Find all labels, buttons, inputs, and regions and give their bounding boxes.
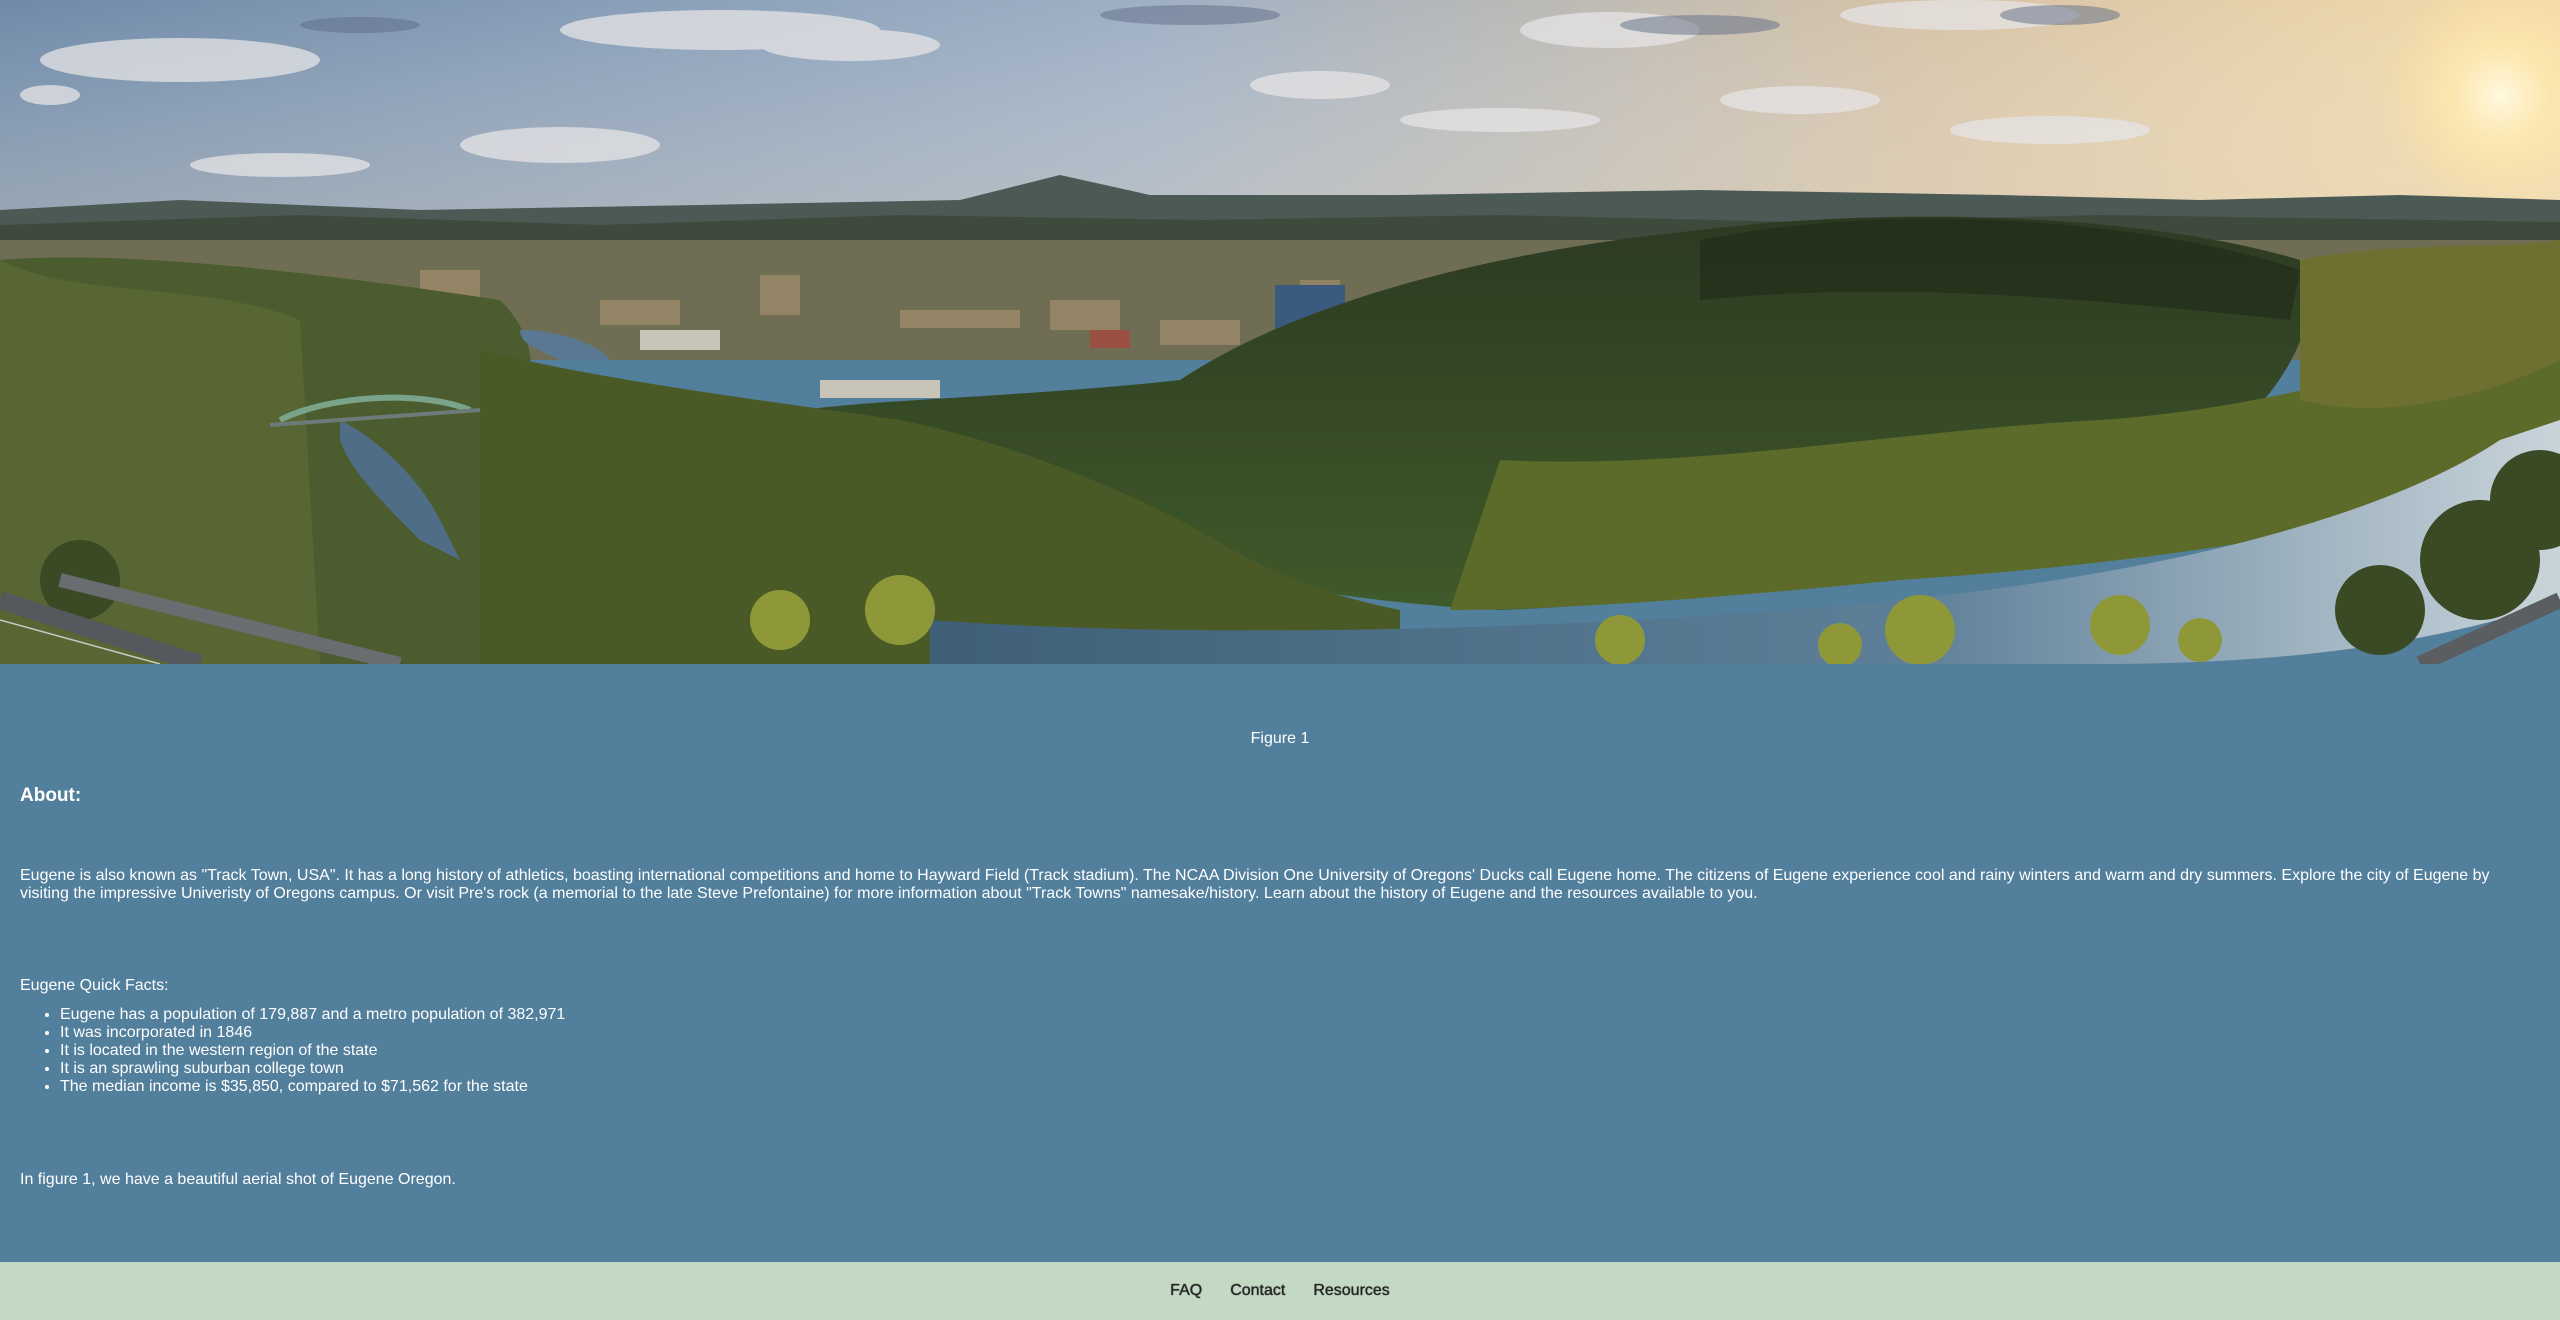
figure-caption: Figure 1 (1250, 730, 1310, 747)
list-item: It is an sprawling suburban college town (60, 1060, 565, 1078)
list-item: It was incorporated in 1846 (60, 1024, 565, 1042)
footer-nav: FAQ Contact Resources (0, 1262, 2560, 1320)
figure-note: In figure 1, we have a beautiful aerial … (20, 1171, 456, 1188)
footer-link-contact[interactable]: Contact (1230, 1282, 1285, 1300)
footer-link-faq[interactable]: FAQ (1170, 1282, 1202, 1300)
hero-image (0, 0, 2560, 664)
quick-facts-title: Eugene Quick Facts: (20, 977, 169, 994)
about-paragraph: Eugene is also known as "Track Town, USA… (20, 867, 2490, 902)
about-heading: About: (20, 785, 82, 806)
footer-link-resources[interactable]: Resources (1313, 1282, 1389, 1300)
quick-facts-list: Eugene has a population of 179,887 and a… (20, 1006, 565, 1096)
list-item: The median income is $35,850, compared t… (60, 1078, 565, 1096)
list-item: It is located in the western region of t… (60, 1042, 565, 1060)
main-content: Figure 1 About: Eugene is also known as … (0, 664, 2560, 1262)
list-item: Eugene has a population of 179,887 and a… (60, 1006, 565, 1024)
